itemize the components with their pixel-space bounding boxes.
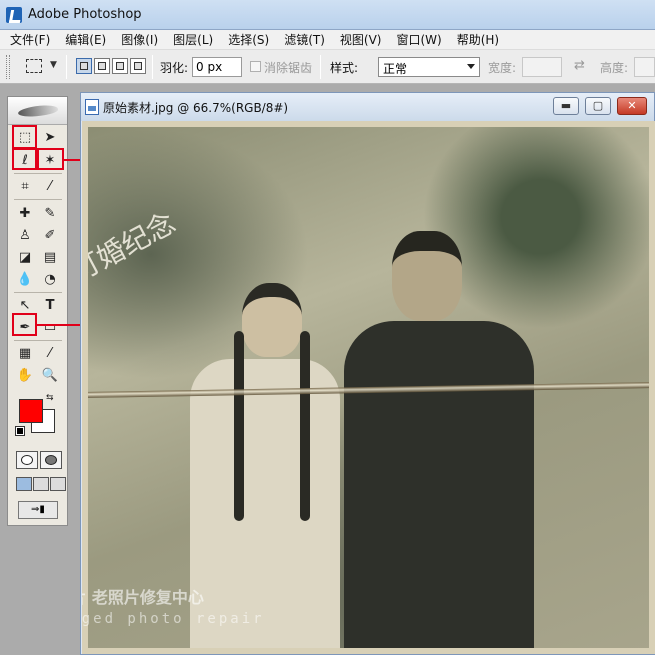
healing-brush-icon[interactable]: ✚ [14, 203, 36, 223]
clone-stamp-icon[interactable]: ♙ [14, 225, 36, 245]
brush-icon[interactable]: ✎ [39, 203, 61, 223]
image-canvas[interactable]: 订婚纪念 41图片 老照片修复中心 Damaged photo repair [82, 121, 655, 654]
feather-input[interactable]: 0 px [192, 57, 242, 77]
swap-colors-icon[interactable]: ⇆ [46, 393, 54, 403]
dodge-icon[interactable]: ◔ [39, 269, 61, 289]
watermark-text: 41图片 老照片修复中心 [82, 588, 204, 607]
blur-icon[interactable]: 💧 [14, 269, 36, 289]
add-to-selection-button[interactable] [94, 58, 110, 74]
highlight-pen-tool [12, 313, 37, 336]
height-input[interactable] [634, 57, 655, 77]
new-selection-button[interactable] [76, 58, 92, 74]
menu-file[interactable]: 文件(F) [10, 31, 50, 48]
hand-tool-icon[interactable]: ✋ [14, 365, 36, 385]
photo-border [82, 121, 655, 654]
app-title-bar: Adobe Photoshop [0, 0, 655, 30]
eraser-icon[interactable]: ◪ [14, 247, 36, 267]
menu-window[interactable]: 窗口(W) [396, 31, 441, 48]
highlight-magic-wand-tool [37, 148, 64, 170]
close-button[interactable]: ✕ [617, 97, 647, 115]
standard-screen-mode-button[interactable] [16, 477, 32, 491]
swap-dimensions-icon[interactable]: ⇄ [574, 58, 585, 73]
gradient-icon[interactable]: ▤ [39, 247, 61, 267]
maximize-button[interactable]: ▢ [585, 97, 611, 115]
preset-dropdown-icon[interactable]: ▼ [50, 60, 57, 70]
document-title: 原始素材.jpg @ 66.7%(RGB/8#) [103, 101, 289, 115]
standard-mode-button[interactable] [16, 451, 38, 469]
menu-select[interactable]: 选择(S) [228, 31, 269, 48]
tool-options-bar: ▼ 羽化: 0 px 消除锯齿 样式: 正常 宽度: ⇄ 高度: [0, 50, 655, 84]
tool-divider [14, 173, 62, 174]
menu-filter[interactable]: 滤镜(T) [284, 31, 325, 48]
options-divider [152, 55, 153, 79]
app-title: Adobe Photoshop [28, 7, 142, 22]
full-screen-menu-mode-button[interactable] [33, 477, 49, 491]
intersect-selection-button[interactable] [130, 58, 146, 74]
document-icon [85, 99, 99, 115]
crop-icon[interactable]: ⌗ [14, 176, 36, 196]
document-window: 原始素材.jpg @ 66.7%(RGB/8#) ▬ ▢ ✕ 订婚纪念 41图片… [80, 92, 655, 655]
tool-divider [14, 292, 62, 293]
foreground-color-swatch[interactable] [19, 399, 43, 423]
tool-divider [14, 199, 62, 200]
height-label: 高度: [600, 61, 629, 75]
width-label: 宽度: [488, 61, 517, 75]
watermark-subtext: Damaged photo repair [82, 611, 265, 627]
highlight-marquee-tool [12, 125, 37, 149]
quick-mask-button[interactable] [40, 451, 62, 469]
style-select-value: 正常 [383, 62, 408, 76]
subtract-from-selection-button[interactable] [112, 58, 128, 74]
photoshop-feather-logo [17, 103, 59, 119]
notes-icon[interactable]: ▦ [14, 343, 36, 363]
antialias-label: 消除锯齿 [264, 61, 313, 75]
photoshop-app-icon [6, 7, 22, 23]
style-select[interactable]: 正常 [378, 57, 480, 77]
default-colors-icon[interactable] [15, 426, 25, 436]
document-title-bar[interactable]: 原始素材.jpg @ 66.7%(RGB/8#) ▬ ▢ ✕ [81, 93, 654, 121]
jump-to-imageready-button[interactable]: ⇒▮ [18, 501, 58, 519]
antialias-checkbox[interactable] [250, 61, 261, 72]
color-sampler-icon[interactable]: ⁄ [39, 343, 61, 363]
marquee-preset-icon[interactable] [26, 59, 42, 73]
minimize-button[interactable]: ▬ [553, 97, 579, 115]
type-tool-icon[interactable]: T [39, 295, 61, 315]
style-label: 样式: [330, 61, 359, 75]
tool-divider [14, 340, 62, 341]
width-input[interactable] [522, 57, 562, 77]
toolbox-header[interactable] [8, 97, 67, 125]
menu-view[interactable]: 视图(V) [340, 31, 382, 48]
options-divider [320, 55, 321, 79]
move-tool-icon[interactable]: ➤ [39, 127, 61, 147]
menu-image[interactable]: 图像(I) [121, 31, 158, 48]
menu-bar: 文件(F) 编辑(E) 图像(I) 图层(L) 选择(S) 滤镜(T) 视图(V… [0, 30, 655, 50]
menu-help[interactable]: 帮助(H) [457, 31, 499, 48]
chevron-down-icon [467, 64, 475, 69]
options-grip[interactable] [6, 55, 10, 79]
eyedropper-icon[interactable]: ⁄ [39, 176, 61, 196]
shape-tool-icon[interactable]: ▭ [39, 317, 61, 337]
full-screen-mode-button[interactable] [50, 477, 66, 491]
menu-layer[interactable]: 图层(L) [173, 31, 213, 48]
options-divider [66, 55, 67, 79]
feather-label: 羽化: [160, 61, 189, 75]
history-brush-icon[interactable]: ✐ [39, 225, 61, 245]
menu-edit[interactable]: 编辑(E) [65, 31, 106, 48]
highlight-lasso-tool [12, 148, 37, 170]
path-selection-icon[interactable]: ↖ [14, 295, 36, 315]
zoom-tool-icon[interactable]: 🔍 [39, 365, 61, 385]
